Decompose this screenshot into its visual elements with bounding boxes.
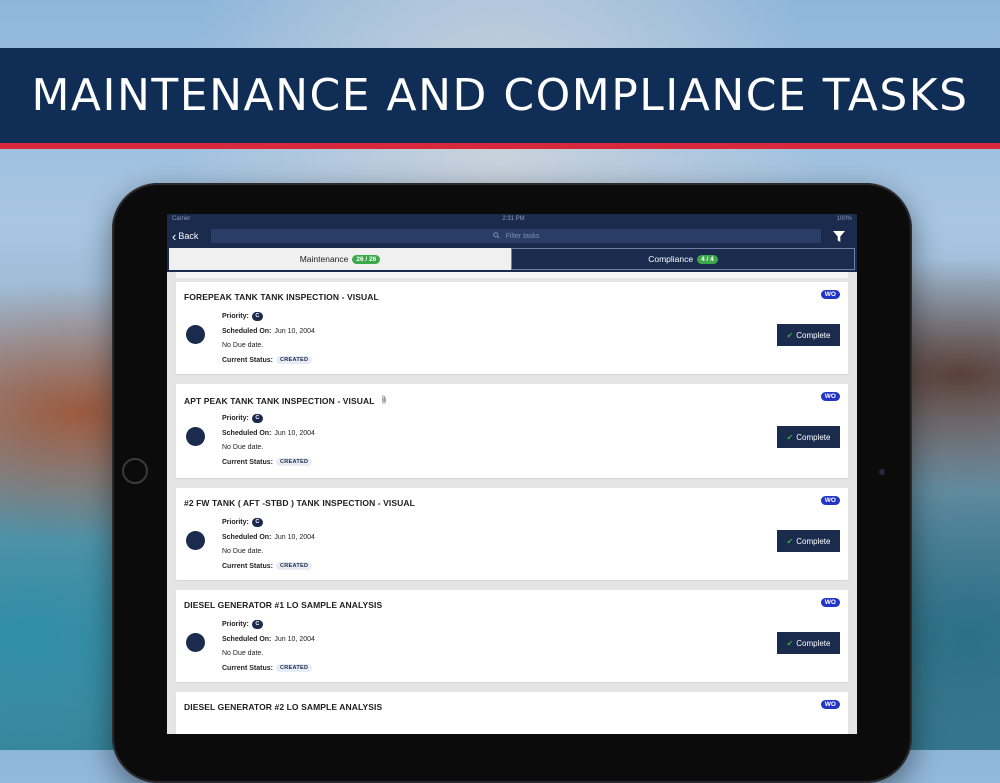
check-icon: ✔: [786, 638, 794, 648]
status-badge: CREATED: [275, 562, 313, 571]
complete-label: Complete: [796, 638, 831, 648]
search-placeholder: Filter tasks: [505, 232, 540, 240]
work-order-badge: WO: [820, 290, 840, 299]
task-status-dot: [186, 427, 205, 446]
scheduled-label: Scheduled On:: [222, 327, 272, 335]
task-card[interactable]: DIESEL GENERATOR #1 LO SAMPLE ANALYSIS W…: [176, 590, 848, 682]
task-title: #2 FW TANK ( AFT -STBD ) TANK INSPECTION…: [184, 498, 415, 508]
complete-button[interactable]: ✔ Complete: [777, 632, 840, 654]
count-badge: 26 / 26: [352, 254, 381, 264]
priority-label: Priority:: [222, 312, 249, 320]
priority-label: Priority:: [222, 518, 249, 526]
status-bar: Carrier 2:31 PM 100%: [167, 214, 857, 224]
task-details: Priority: C Scheduled On: Jun 10, 2004 No …: [222, 309, 315, 368]
tab-label: Compliance: [648, 254, 694, 264]
clock-label: 2:31 PM: [502, 216, 525, 222]
task-card[interactable]: APT PEAK TANK TANK INSPECTION - VISUAL W…: [176, 384, 848, 478]
due-date: No Due date.: [222, 342, 264, 350]
work-order-badge: WO: [820, 496, 840, 505]
carrier-label: Carrier: [172, 216, 191, 222]
scheduled-date: Jun 10, 2004: [274, 533, 315, 541]
scheduled-date: Jun 10, 2004: [274, 635, 315, 643]
priority-label: Priority:: [222, 620, 249, 628]
task-status-dot: [186, 325, 205, 344]
search-icon: [492, 231, 500, 241]
camera-icon: [879, 469, 885, 475]
scheduled-label: Scheduled On:: [222, 635, 272, 643]
status-label: Current Status:: [222, 356, 273, 364]
status-label: Current Status:: [222, 664, 273, 672]
work-order-badge: WO: [820, 700, 840, 709]
filter-icon[interactable]: [833, 230, 845, 242]
list-edge: [176, 272, 848, 278]
scheduled-date: Jun 10, 2004: [274, 429, 315, 437]
status-badge: CREATED: [275, 664, 313, 673]
status-label: Current Status:: [222, 562, 273, 570]
task-status-dot: [186, 531, 205, 550]
work-order-badge: WO: [820, 392, 840, 401]
nav-bar: ‹ Back Filter tasks: [167, 224, 857, 248]
scheduled-label: Scheduled On:: [222, 533, 272, 541]
chevron-left-icon: ‹: [172, 228, 177, 244]
tab-label: Maintenance: [299, 254, 349, 264]
back-label: Back: [178, 231, 199, 241]
tablet-frame: Carrier 2:31 PM 100% ‹ Back Filter tasks…: [112, 183, 912, 783]
priority-badge: C: [251, 517, 263, 527]
status-badge: CREATED: [275, 458, 313, 467]
status-badge: CREATED: [275, 356, 313, 365]
task-title: DIESEL GENERATOR #2 LO SAMPLE ANALYSIS: [184, 702, 383, 712]
tab-compliance[interactable]: Compliance 4 / 4: [511, 248, 855, 270]
task-details: Priority: C Scheduled On: Jun 10, 2004 No …: [222, 515, 315, 574]
task-details: Priority: C Scheduled On: Jun 10, 2004 No …: [222, 617, 315, 676]
due-date: No Due date.: [222, 650, 264, 658]
status-label: Current Status:: [222, 458, 273, 466]
paperclip-icon: [379, 395, 388, 406]
task-card[interactable]: #2 FW TANK ( AFT -STBD ) TANK INSPECTION…: [176, 488, 848, 580]
priority-badge: C: [251, 311, 263, 321]
task-card[interactable]: FOREPEAK TANK TANK INSPECTION - VISUAL W…: [176, 282, 848, 374]
task-title-text: APT PEAK TANK TANK INSPECTION - VISUAL: [184, 396, 375, 406]
due-date: No Due date.: [222, 548, 264, 556]
segment-tabs: Maintenance 26 / 26 Compliance 4 / 4: [167, 248, 857, 272]
task-status-dot: [186, 633, 205, 652]
task-title: FOREPEAK TANK TANK INSPECTION - VISUAL: [184, 292, 379, 302]
task-card[interactable]: DIESEL GENERATOR #2 LO SAMPLE ANALYSIS W…: [176, 692, 848, 734]
tab-maintenance[interactable]: Maintenance 26 / 26: [169, 248, 511, 270]
complete-label: Complete: [796, 432, 831, 442]
complete-button[interactable]: ✔ Complete: [777, 426, 840, 448]
due-date: No Due date.: [222, 444, 264, 452]
scheduled-date: Jun 10, 2004: [274, 327, 315, 335]
work-order-badge: WO: [820, 598, 840, 607]
app-screen: Carrier 2:31 PM 100% ‹ Back Filter tasks…: [167, 214, 857, 734]
priority-badge: C: [251, 413, 263, 423]
battery-label: 100%: [836, 216, 852, 222]
priority-label: Priority:: [222, 414, 249, 422]
task-details: Priority: C Scheduled On: Jun 10, 2004 No …: [222, 411, 315, 470]
promo-banner: MAINTENANCE AND COMPLIANCE TASKS: [0, 48, 1000, 149]
task-title: DIESEL GENERATOR #1 LO SAMPLE ANALYSIS: [184, 600, 383, 610]
check-icon: ✔: [786, 330, 794, 340]
search-input[interactable]: Filter tasks: [211, 229, 821, 243]
complete-label: Complete: [796, 536, 831, 546]
check-icon: ✔: [786, 536, 794, 546]
count-badge: 4 / 4: [697, 254, 718, 264]
check-icon: ✔: [786, 432, 794, 442]
complete-button[interactable]: ✔ Complete: [777, 324, 840, 346]
priority-badge: C: [251, 619, 263, 629]
complete-label: Complete: [796, 330, 831, 340]
banner-title: MAINTENANCE AND COMPLIANCE TASKS: [31, 70, 969, 121]
scheduled-label: Scheduled On:: [222, 429, 272, 437]
task-list: FOREPEAK TANK TANK INSPECTION - VISUAL W…: [167, 272, 857, 734]
complete-button[interactable]: ✔ Complete: [777, 530, 840, 552]
home-button: [122, 458, 148, 484]
task-title: APT PEAK TANK TANK INSPECTION - VISUAL: [184, 395, 387, 406]
back-button[interactable]: ‹ Back: [172, 230, 207, 243]
